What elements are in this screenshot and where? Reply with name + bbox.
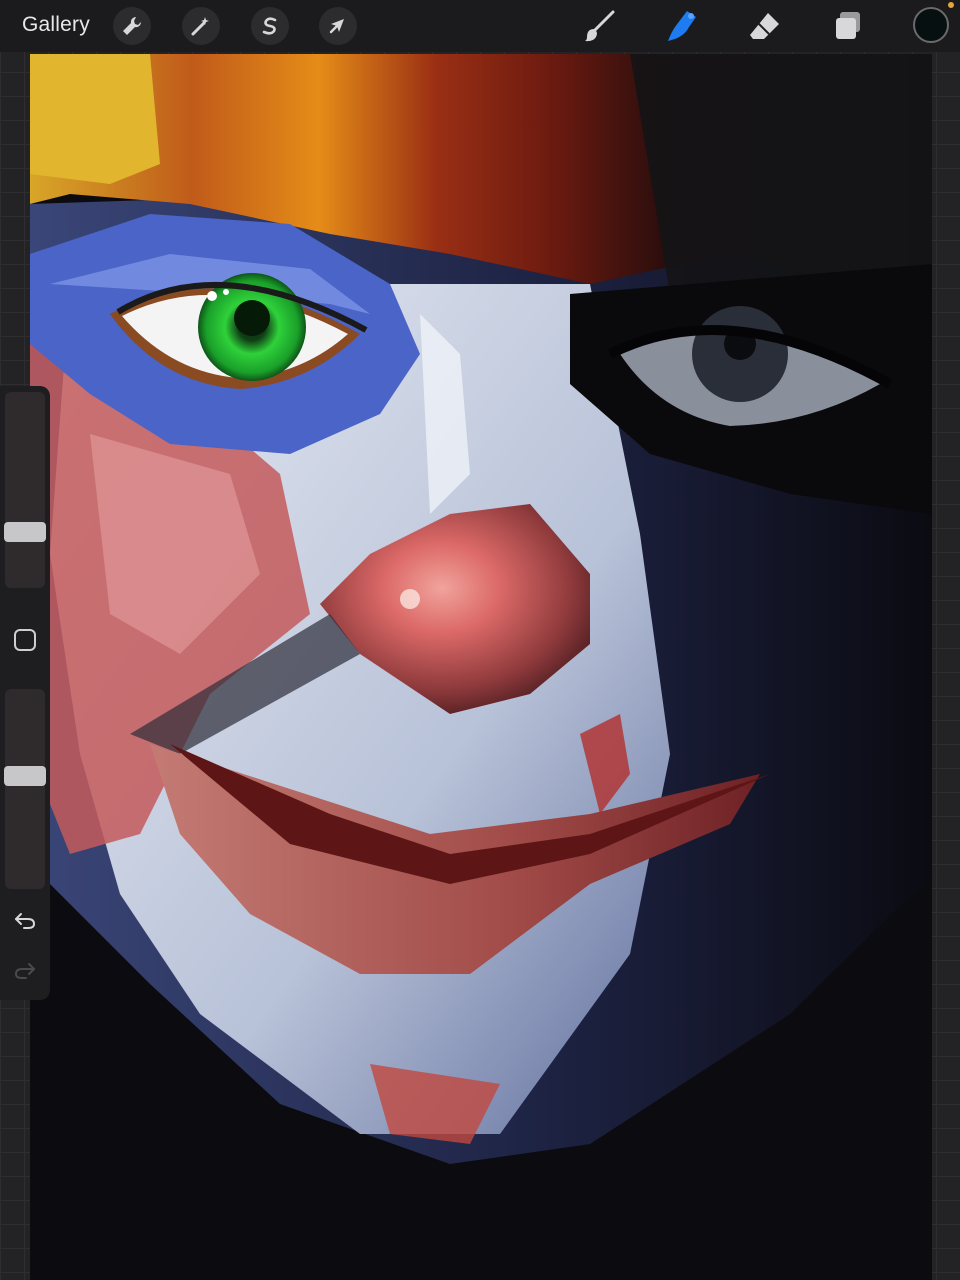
adjustments-button[interactable]	[182, 7, 220, 45]
drawing-canvas[interactable]	[30, 54, 932, 1280]
selection-s-icon	[262, 17, 277, 35]
top-toolbar: Gallery	[0, 0, 960, 52]
color-picker-button[interactable]	[913, 7, 949, 43]
redo-button[interactable]	[13, 958, 37, 987]
modify-button[interactable]	[14, 629, 36, 651]
undo-icon	[15, 913, 36, 929]
selection-button[interactable]	[251, 7, 289, 45]
left-sidebar	[0, 386, 50, 1000]
gallery-button[interactable]: Gallery	[22, 13, 90, 37]
redo-icon	[14, 963, 35, 979]
layers-button[interactable]	[830, 8, 866, 44]
eraser-tool-button[interactable]	[747, 8, 783, 44]
clown-painting	[30, 54, 932, 1280]
opacity-handle[interactable]	[4, 766, 46, 787]
magic-wand-icon	[191, 17, 209, 36]
color-indicator-dot	[948, 2, 954, 8]
smudge-tool-button[interactable]	[664, 8, 700, 44]
smudge-finger-icon	[668, 11, 696, 41]
wrench-icon	[123, 16, 142, 35]
brush-size-handle[interactable]	[4, 522, 46, 543]
paint-tool-button[interactable]	[582, 8, 618, 44]
arrow-cursor-icon	[329, 19, 344, 34]
brush-icon	[585, 10, 615, 42]
undo-button[interactable]	[13, 908, 37, 937]
layers-icon	[836, 12, 860, 39]
brush-size-slider[interactable]	[5, 392, 45, 588]
opacity-slider[interactable]	[5, 689, 45, 889]
transform-button[interactable]	[319, 7, 357, 45]
eraser-icon	[750, 13, 779, 39]
actions-button[interactable]	[113, 7, 151, 45]
